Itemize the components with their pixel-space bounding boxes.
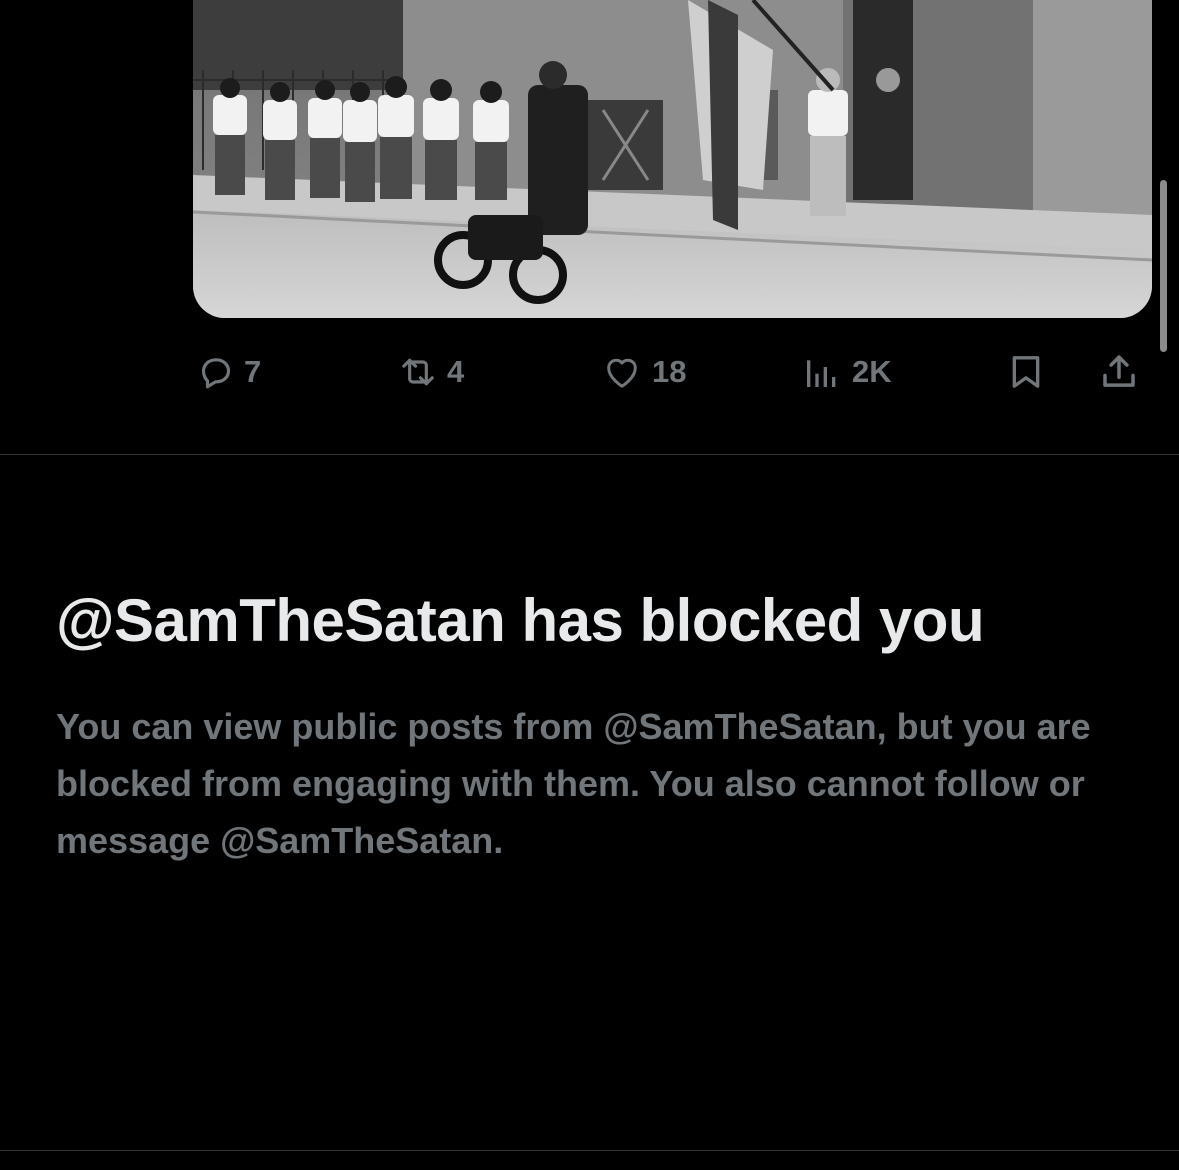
photo-media: [193, 0, 1152, 318]
share-icon: [1098, 350, 1140, 394]
scrollbar[interactable]: [1160, 180, 1167, 352]
views-button[interactable]: 2K: [800, 340, 892, 404]
bookmark-button[interactable]: [1006, 340, 1046, 404]
like-count: 18: [652, 354, 687, 389]
post-action-bar: 7 4 18 2K: [0, 340, 1179, 404]
section-divider: [0, 454, 1179, 455]
blocked-notice: @SamTheSatan has blocked you You can vie…: [56, 584, 1136, 869]
reply-button[interactable]: 7: [196, 340, 261, 404]
reply-count: 7: [244, 354, 262, 389]
share-button[interactable]: [1098, 340, 1140, 404]
like-button[interactable]: 18: [600, 340, 686, 404]
views-count: 2K: [852, 354, 892, 389]
reply-icon: [196, 352, 236, 392]
bookmark-icon: [1006, 350, 1046, 394]
blocked-notice-title: @SamTheSatan has blocked you: [56, 587, 985, 654]
repost-count: 4: [447, 354, 465, 389]
bottom-divider: [0, 1150, 1179, 1151]
blocked-notice-body: You can view public posts from @SamTheSa…: [56, 706, 1091, 861]
repost-icon: [397, 352, 439, 392]
repost-button[interactable]: 4: [397, 340, 464, 404]
post-media-image[interactable]: [193, 0, 1152, 318]
views-chart-icon: [800, 352, 844, 392]
heart-icon: [600, 352, 644, 392]
